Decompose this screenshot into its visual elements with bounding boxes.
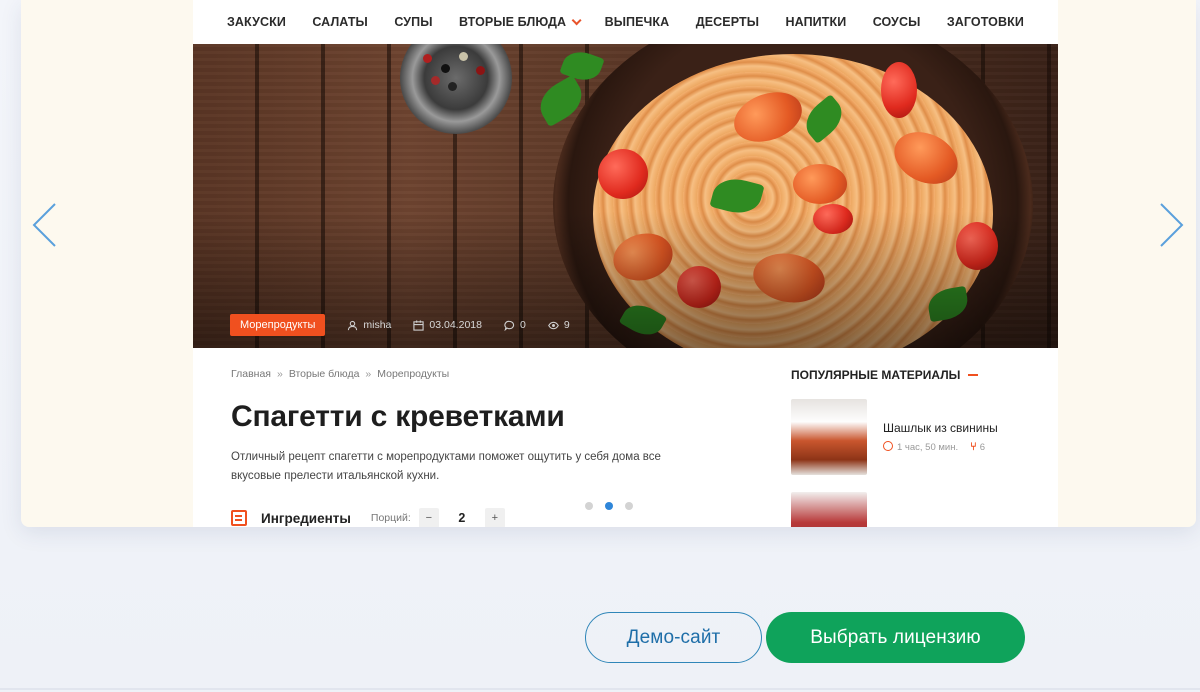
popular-item-meta: 1 час, 50 мин. ⑂ 6 xyxy=(883,441,998,453)
nav-item-vypechka[interactable]: ВЫПЕЧКА xyxy=(605,15,670,29)
breadcrumb-item-second-courses[interactable]: Вторые блюда xyxy=(289,368,360,380)
nav-item-label: ЗАГОТОВКИ xyxy=(946,15,1024,29)
servings: ⑂ 6 xyxy=(970,441,985,453)
nav-item-zakuski[interactable]: ЗАКУСКИ xyxy=(227,15,286,29)
demo-site-button[interactable]: Демо-сайт xyxy=(585,612,762,663)
chevron-down-icon xyxy=(571,14,582,25)
portions-label: Порций: xyxy=(370,512,411,524)
popular-item[interactable]: Шашлык из свинины 1 час, 50 мин. ⑂ 6 xyxy=(791,399,1031,475)
portions-increase-button[interactable]: + xyxy=(484,508,505,527)
nav-item-deserty[interactable]: ДЕСЕРТЫ xyxy=(696,15,759,29)
sidebar-title-text: ПОПУЛЯРНЫЕ МАТЕРИАЛЫ xyxy=(791,368,961,382)
calendar-icon xyxy=(413,319,425,331)
date-meta: 03.04.2018 xyxy=(413,319,482,331)
popular-item-thumbnail[interactable] xyxy=(791,492,867,527)
nav-item-zagotovki[interactable]: ЗАГОТОВКИ xyxy=(947,15,1024,29)
slider-dot[interactable] xyxy=(585,502,593,510)
breadcrumb-separator: » xyxy=(276,368,283,380)
nav-item-label: СОУСЫ xyxy=(872,15,921,29)
servings-value: 6 xyxy=(979,442,986,453)
article-lead: Отличный рецепт спагетти с морепродуктам… xyxy=(231,451,661,482)
recipe-list-icon xyxy=(231,510,247,526)
views-count: 9 xyxy=(563,319,570,331)
author-name[interactable]: misha xyxy=(363,319,391,331)
slider-dot-active[interactable] xyxy=(605,502,613,510)
nav-item-label: ЗАКУСКИ xyxy=(227,15,286,29)
nav-item-label: ВЫПЕЧКА xyxy=(604,15,670,29)
ingredients-header: Ингредиенты Порций: − 2 + xyxy=(231,508,751,527)
nav-item-salaty[interactable]: САЛАТЫ xyxy=(312,15,368,29)
article-content: Главная » Вторые блюда » Морепродукты Сп… xyxy=(193,348,1058,527)
breadcrumb-item-home[interactable]: Главная xyxy=(231,368,271,380)
breadcrumb-separator: » xyxy=(365,368,372,380)
title-dash-decoration xyxy=(968,374,979,376)
slider-prev-arrow[interactable] xyxy=(31,202,57,248)
fork-knife-icon: ⑂ xyxy=(970,441,977,453)
theme-preview-slider: ЗАКУСКИ САЛАТЫ СУПЫ ВТОРЫЕ БЛЮДА ВЫПЕЧКА… xyxy=(21,0,1196,527)
nav-item-label: НАПИТКИ xyxy=(785,15,847,29)
main-column: Главная » Вторые блюда » Морепродукты Сп… xyxy=(231,368,751,527)
nav-item-napitki[interactable]: НАПИТКИ xyxy=(786,15,847,29)
slider-dot[interactable] xyxy=(625,502,633,510)
sidebar: ПОПУЛЯРНЫЕ МАТЕРИАЛЫ Шашлык из свинины 1… xyxy=(791,368,1031,527)
cook-time-value: 1 час, 50 мин. xyxy=(897,442,959,453)
eye-icon xyxy=(547,321,559,329)
cook-time: 1 час, 50 мин. xyxy=(883,441,958,453)
comments-meta: 0 xyxy=(504,319,526,331)
nav-item-label: ВТОРЫЕ БЛЮДА xyxy=(459,15,567,29)
user-icon xyxy=(348,320,358,330)
site-preview: ЗАКУСКИ САЛАТЫ СУПЫ ВТОРЫЕ БЛЮДА ВЫПЕЧКА… xyxy=(193,0,1058,527)
breadcrumb-item-seafood[interactable]: Морепродукты xyxy=(377,368,449,380)
page-bottom-divider xyxy=(0,688,1200,690)
chevron-left-icon xyxy=(32,203,56,247)
slider-next-arrow[interactable] xyxy=(1159,202,1185,248)
author-meta: misha xyxy=(347,319,391,331)
hero-image: Морепродукты misha 03.04.2018 0 9 xyxy=(193,44,1058,348)
slider-pagination xyxy=(585,502,633,510)
comments-count: 0 xyxy=(519,319,526,331)
nav-item-label: СУПЫ xyxy=(394,15,433,29)
nav-item-sousy[interactable]: СОУСЫ xyxy=(873,15,921,29)
ingredients-title: Ингредиенты xyxy=(261,510,351,526)
page-title: Спагетти с креветками xyxy=(231,400,565,433)
post-meta: Морепродукты misha 03.04.2018 0 9 xyxy=(230,314,570,336)
top-navigation: ЗАКУСКИ САЛАТЫ СУПЫ ВТОРЫЕ БЛЮДА ВЫПЕЧКА… xyxy=(193,0,1058,44)
choose-license-button[interactable]: Выбрать лицензию xyxy=(766,612,1025,663)
popular-item-title[interactable]: Шашлык из свинины xyxy=(883,421,998,435)
popular-item-info: Шашлык из свинины 1 час, 50 мин. ⑂ 6 xyxy=(883,421,998,453)
sidebar-title: ПОПУЛЯРНЫЕ МАТЕРИАЛЫ xyxy=(791,368,1031,382)
comment-icon xyxy=(504,320,515,331)
breadcrumb: Главная » Вторые блюда » Морепродукты xyxy=(231,368,751,380)
portions-decrease-button[interactable]: − xyxy=(418,508,439,527)
clock-icon xyxy=(883,441,893,451)
popular-item-thumbnail[interactable] xyxy=(791,399,867,475)
popular-item[interactable] xyxy=(791,492,1031,527)
post-date: 03.04.2018 xyxy=(429,319,482,331)
nav-item-label: ДЕСЕРТЫ xyxy=(695,15,760,29)
portions-value: 2 xyxy=(458,511,466,525)
views-meta: 9 xyxy=(547,319,570,331)
nav-item-label: САЛАТЫ xyxy=(312,15,368,29)
nav-item-supy[interactable]: СУПЫ xyxy=(394,15,432,29)
category-badge[interactable]: Морепродукты xyxy=(230,314,326,336)
hero-overlay xyxy=(193,44,1058,348)
chevron-right-icon xyxy=(1160,203,1184,247)
nav-item-vtorye-blyuda[interactable]: ВТОРЫЕ БЛЮДА xyxy=(459,14,582,29)
